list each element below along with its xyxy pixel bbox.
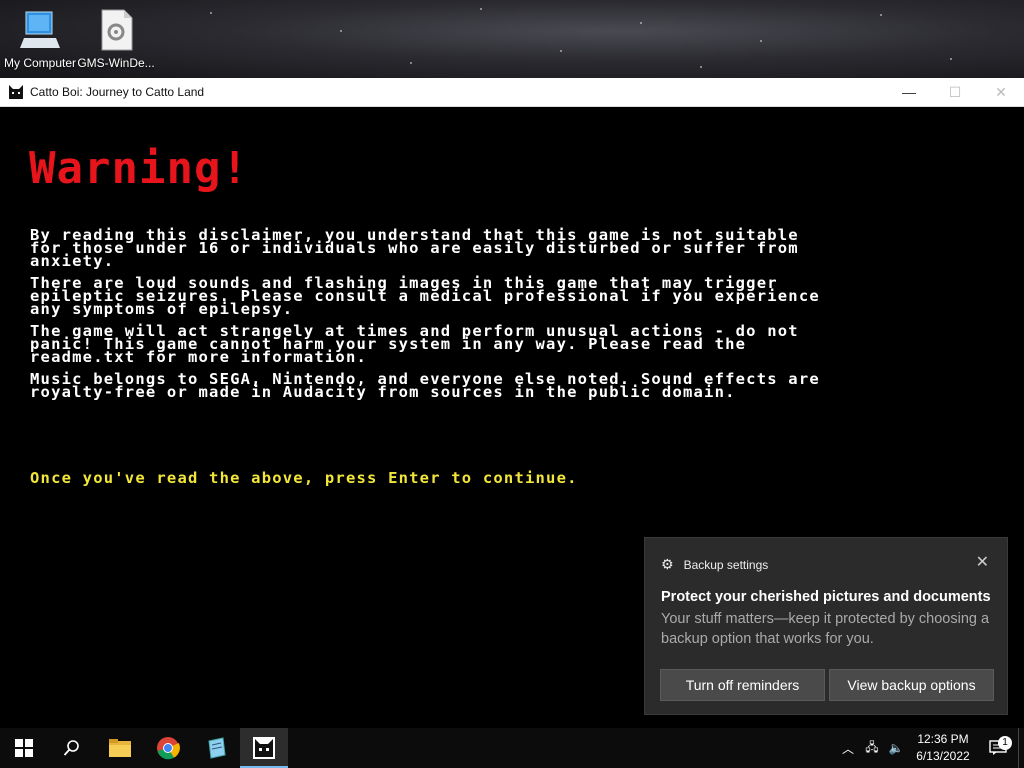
computer-icon bbox=[20, 8, 60, 52]
taskbar-file-explorer[interactable] bbox=[96, 728, 144, 768]
disclaimer-paragraph-age: By reading this disclaimer, you understa… bbox=[30, 226, 799, 270]
desktop-background: My Computer GMS-WinDe... bbox=[0, 0, 1024, 78]
toast-close-icon[interactable]: ✕ bbox=[976, 552, 989, 572]
start-button[interactable] bbox=[0, 728, 48, 768]
show-desktop-button[interactable] bbox=[1018, 728, 1024, 768]
desktop-icon-gms[interactable]: GMS-WinDe... bbox=[76, 8, 156, 70]
toast-body: Your stuff matters—keep it protected by … bbox=[661, 611, 990, 647]
clock-date: 6/13/2022 bbox=[916, 749, 970, 763]
view-backup-options-button[interactable]: View backup options bbox=[829, 669, 994, 701]
gear-icon: ⚙ bbox=[661, 556, 674, 572]
title-bar[interactable]: Catto Boi: Journey to Catto Land — ☐ ✕ bbox=[0, 78, 1024, 107]
disclaimer-paragraph-behavior: The game will act strangely at times and… bbox=[30, 322, 799, 366]
toast-app-name: Backup settings bbox=[683, 557, 769, 572]
backup-notification-toast[interactable]: ⚙ Backup settings ✕ Protect your cherish… bbox=[644, 537, 1008, 715]
disclaimer-paragraph-epilepsy: There are loud sounds and flashing image… bbox=[30, 274, 820, 318]
toast-header: ⚙ Backup settings bbox=[661, 556, 768, 573]
close-button[interactable]: ✕ bbox=[978, 78, 1024, 106]
chrome-icon bbox=[157, 737, 180, 760]
taskbar-chrome[interactable] bbox=[144, 728, 192, 768]
volume-icon[interactable]: 🔈 bbox=[884, 741, 908, 755]
chevron-up-icon[interactable]: ︿ bbox=[836, 740, 860, 757]
window-title: Catto Boi: Journey to Catto Land bbox=[30, 85, 205, 99]
search-button[interactable] bbox=[48, 728, 96, 768]
search-icon bbox=[63, 740, 79, 756]
network-icon[interactable]: 🖧 bbox=[860, 738, 884, 759]
continue-prompt: Once you've read the above, press Enter … bbox=[30, 469, 578, 487]
action-center-button[interactable]: 1 bbox=[978, 736, 1018, 756]
clock[interactable]: 12:36 PM 6/13/2022 bbox=[908, 731, 978, 765]
disclaimer-paragraph-music: Music belongs to SEGA, Nintendo, and eve… bbox=[30, 370, 820, 401]
system-tray: ︿ 🖧 🔈 12:36 PM 6/13/2022 1 bbox=[836, 728, 1024, 768]
taskbar-notepad[interactable] bbox=[192, 728, 240, 768]
catto-app-icon bbox=[8, 84, 24, 100]
taskbar-catto-game[interactable] bbox=[240, 728, 288, 768]
desktop-icon-my-computer[interactable]: My Computer bbox=[0, 8, 80, 70]
clock-time: 12:36 PM bbox=[917, 732, 969, 746]
taskbar: ︿ 🖧 🔈 12:36 PM 6/13/2022 1 bbox=[0, 728, 1024, 768]
desktop-icon-label: GMS-WinDe... bbox=[77, 56, 155, 70]
start-icon bbox=[15, 739, 33, 757]
notepad-icon bbox=[208, 737, 226, 759]
settings-file-icon bbox=[96, 8, 136, 52]
toast-title: Protect your cherished pictures and docu… bbox=[661, 589, 991, 605]
desktop-icon-label: My Computer bbox=[3, 56, 77, 70]
notification-count-badge: 1 bbox=[998, 736, 1012, 750]
warning-heading: Warning! bbox=[29, 143, 249, 194]
turn-off-reminders-button[interactable]: Turn off reminders bbox=[660, 669, 825, 701]
maximize-button[interactable]: ☐ bbox=[932, 78, 978, 106]
file-explorer-icon bbox=[109, 739, 131, 757]
minimize-button[interactable]: — bbox=[886, 78, 932, 106]
catto-game-icon bbox=[253, 737, 275, 759]
